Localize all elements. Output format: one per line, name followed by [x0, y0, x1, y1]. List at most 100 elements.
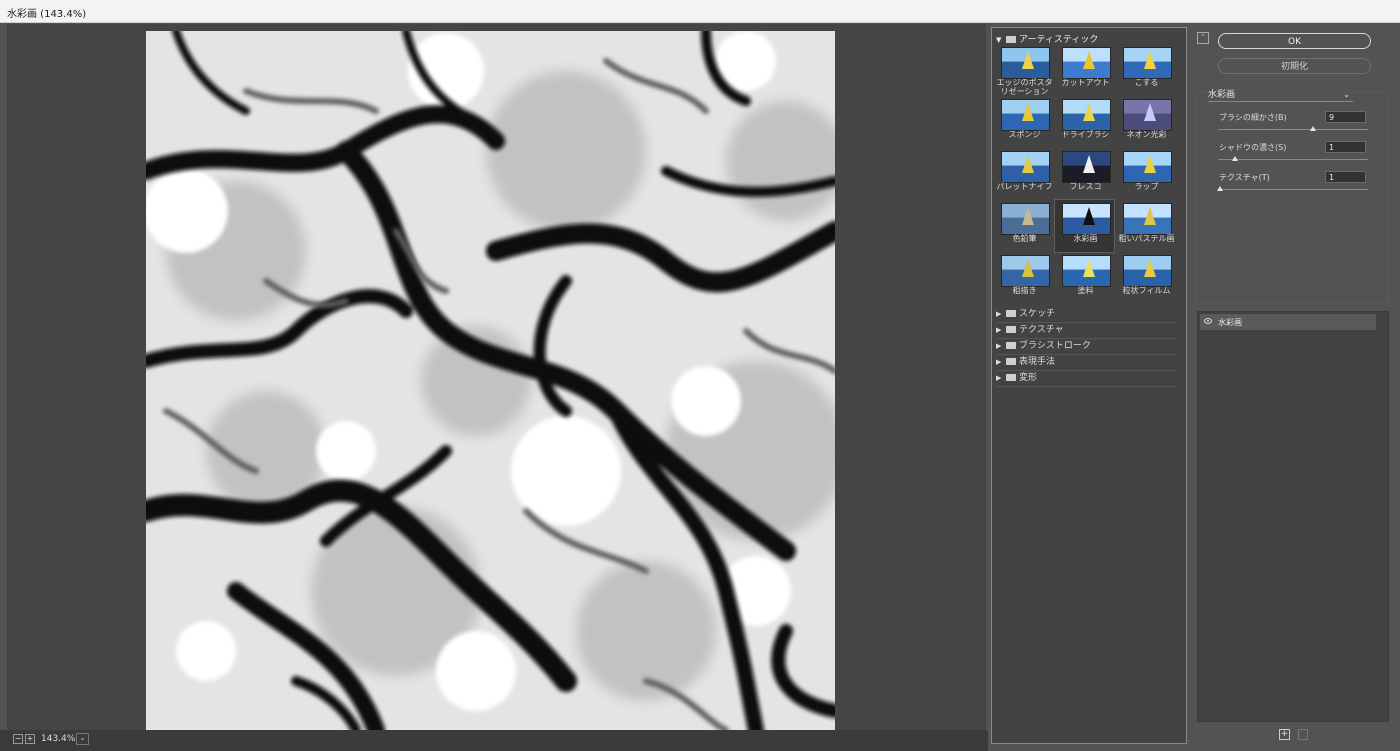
filter-preview-thumbnail [1062, 203, 1111, 235]
sailboat-icon [1022, 155, 1034, 173]
filter-thumbnail[interactable]: パレットナイフ [994, 148, 1053, 200]
filter-thumbnail-label: ドライブラシ [1061, 130, 1110, 139]
filter-thumbnail-label: カットアウト [1061, 78, 1110, 87]
folder-icon [1006, 358, 1016, 365]
filter-preview-thumbnail [1123, 47, 1172, 79]
sailboat-icon [1144, 103, 1156, 121]
filter-preview-thumbnail [1123, 203, 1172, 235]
sailboat-icon [1083, 51, 1095, 69]
filter-thumbnail[interactable]: 粗いパステル画 [1116, 200, 1175, 252]
filter-thumbnail[interactable]: ドライブラシ [1055, 96, 1114, 148]
folder-icon [1006, 310, 1016, 317]
filter-preview-thumbnail [1001, 151, 1050, 183]
filter-thumbnail[interactable]: こする [1116, 44, 1175, 96]
filter-category[interactable]: ▶ スケッチ [996, 307, 1176, 323]
sailboat-icon [1083, 103, 1095, 121]
effect-layer-name: 水彩画 [1218, 318, 1242, 327]
ok-button[interactable]: OK [1218, 33, 1371, 49]
effect-layer-row[interactable]: 水彩画 [1200, 314, 1376, 330]
reset-button[interactable]: 初期化 [1218, 58, 1371, 74]
param-label: ブラシの細かさ(B) [1219, 113, 1287, 122]
filter-preview-thumbnail [1001, 203, 1050, 235]
expanded-triangle-icon: ▼ [996, 36, 1002, 44]
param-value-input[interactable]: 1 [1325, 171, 1366, 183]
sailboat-icon [1083, 259, 1095, 277]
collapsed-triangle-icon: ▶ [996, 310, 1002, 318]
filter-preview-thumbnail [1123, 99, 1172, 131]
sailboat-icon [1144, 155, 1156, 173]
filter-thumbnail-label: 粗いパステル画 [1118, 234, 1175, 243]
filter-preview-thumbnail [1123, 255, 1172, 287]
category-label: 変形 [1019, 373, 1038, 383]
zoom-dropdown[interactable]: ⌄ [76, 733, 89, 745]
zoom-in-button[interactable]: + [25, 734, 35, 744]
sailboat-icon [1022, 51, 1034, 69]
filter-thumbnail-label: 塗料 [1077, 286, 1094, 295]
zoom-bar: − + 143.4% ⌄ [0, 730, 988, 751]
delete-effect-layer-button[interactable] [1298, 729, 1308, 740]
filter-select[interactable]: 水彩画 ⌄ [1208, 89, 1353, 102]
visibility-eye-icon[interactable] [1204, 318, 1212, 324]
filter-thumbnail[interactable]: 水彩画 [1054, 199, 1115, 253]
filter-category[interactable]: ▶ 表現手法 [996, 355, 1176, 371]
category-label: 表現手法 [1019, 357, 1056, 367]
filter-thumbnail-label: ネオン光彩 [1126, 130, 1167, 139]
watercolor-preview-image [146, 31, 835, 730]
collapsed-triangle-icon: ▶ [996, 326, 1002, 334]
filter-thumbnail-label: ラップ [1134, 182, 1159, 191]
filter-preview-thumbnail [1062, 99, 1111, 131]
sailboat-icon [1144, 259, 1156, 277]
filter-thumbnail[interactable]: 粒状フィルム [1116, 252, 1175, 304]
filter-preview-thumbnail [1001, 255, 1050, 287]
filter-thumbnail-label: こする [1134, 78, 1159, 87]
preview-canvas[interactable] [146, 31, 835, 730]
param-value-input[interactable]: 1 [1325, 141, 1366, 153]
filter-category[interactable]: ▶ 変形 [996, 371, 1176, 387]
sailboat-icon [1083, 155, 1095, 173]
filter-select-value: 水彩画 [1208, 90, 1236, 100]
slider-handle[interactable] [1217, 186, 1223, 191]
filter-thumbnail[interactable]: 粗描き [994, 252, 1053, 304]
filter-thumbnail[interactable]: カットアウト [1055, 44, 1114, 96]
filter-thumbnail-label: エッジのポスタリゼーション [996, 78, 1053, 96]
category-label: スケッチ [1019, 309, 1056, 319]
filter-thumbnail-label: 色鉛筆 [1012, 234, 1037, 243]
filter-preview-thumbnail [1001, 47, 1050, 79]
sailboat-icon [1083, 207, 1095, 225]
param-label: テクスチャ(T) [1219, 173, 1270, 182]
collapsed-triangle-icon: ▶ [996, 374, 1002, 382]
filter-thumbnail-label: 粗描き [1012, 286, 1037, 295]
filter-category[interactable]: ▶ ブラシストローク [996, 339, 1176, 355]
filter-thumbnail[interactable]: エッジのポスタリゼーション [994, 44, 1053, 96]
filter-thumbnail[interactable]: フレスコ [1055, 148, 1114, 200]
param-label: シャドウの濃さ(S) [1219, 143, 1287, 152]
zoom-level: 143.4% [41, 734, 76, 744]
param-slider[interactable] [1218, 126, 1368, 131]
slider-handle[interactable] [1310, 126, 1316, 131]
title-bar: 水彩画 (143.4%) [0, 0, 1400, 23]
sailboat-icon [1022, 259, 1034, 277]
filter-thumbnail-label: フレスコ [1069, 182, 1102, 191]
filter-thumbnail-label: 粒状フィルム [1122, 286, 1171, 295]
param-slider[interactable] [1217, 186, 1368, 191]
slider-handle[interactable] [1232, 156, 1238, 161]
folder-icon [1006, 326, 1016, 333]
zoom-out-button[interactable]: − [13, 734, 23, 744]
window-title: 水彩画 (143.4%) [7, 9, 87, 20]
effect-layers-panel [1197, 311, 1389, 722]
new-effect-layer-button[interactable]: + [1279, 729, 1290, 740]
filter-thumbnail[interactable]: 色鉛筆 [994, 200, 1053, 252]
filter-preview-thumbnail [1062, 151, 1111, 183]
category-label: テクスチャ [1019, 325, 1064, 335]
filter-thumbnail[interactable]: 塗料 [1055, 252, 1114, 304]
filter-thumbnail[interactable]: ラップ [1116, 148, 1175, 200]
filter-thumbnail-label: パレットナイフ [996, 182, 1053, 191]
param-value-input[interactable]: 9 [1325, 111, 1366, 123]
filter-thumbnail[interactable]: スポンジ [994, 96, 1053, 148]
sailboat-icon [1144, 207, 1156, 225]
filter-category[interactable]: ▶ テクスチャ [996, 323, 1176, 339]
param-slider[interactable] [1218, 156, 1368, 161]
collapse-gallery-button[interactable]: ⌃ [1197, 32, 1209, 44]
filter-thumbnail[interactable]: ネオン光彩 [1116, 96, 1175, 148]
filter-preview-thumbnail [1123, 151, 1172, 183]
